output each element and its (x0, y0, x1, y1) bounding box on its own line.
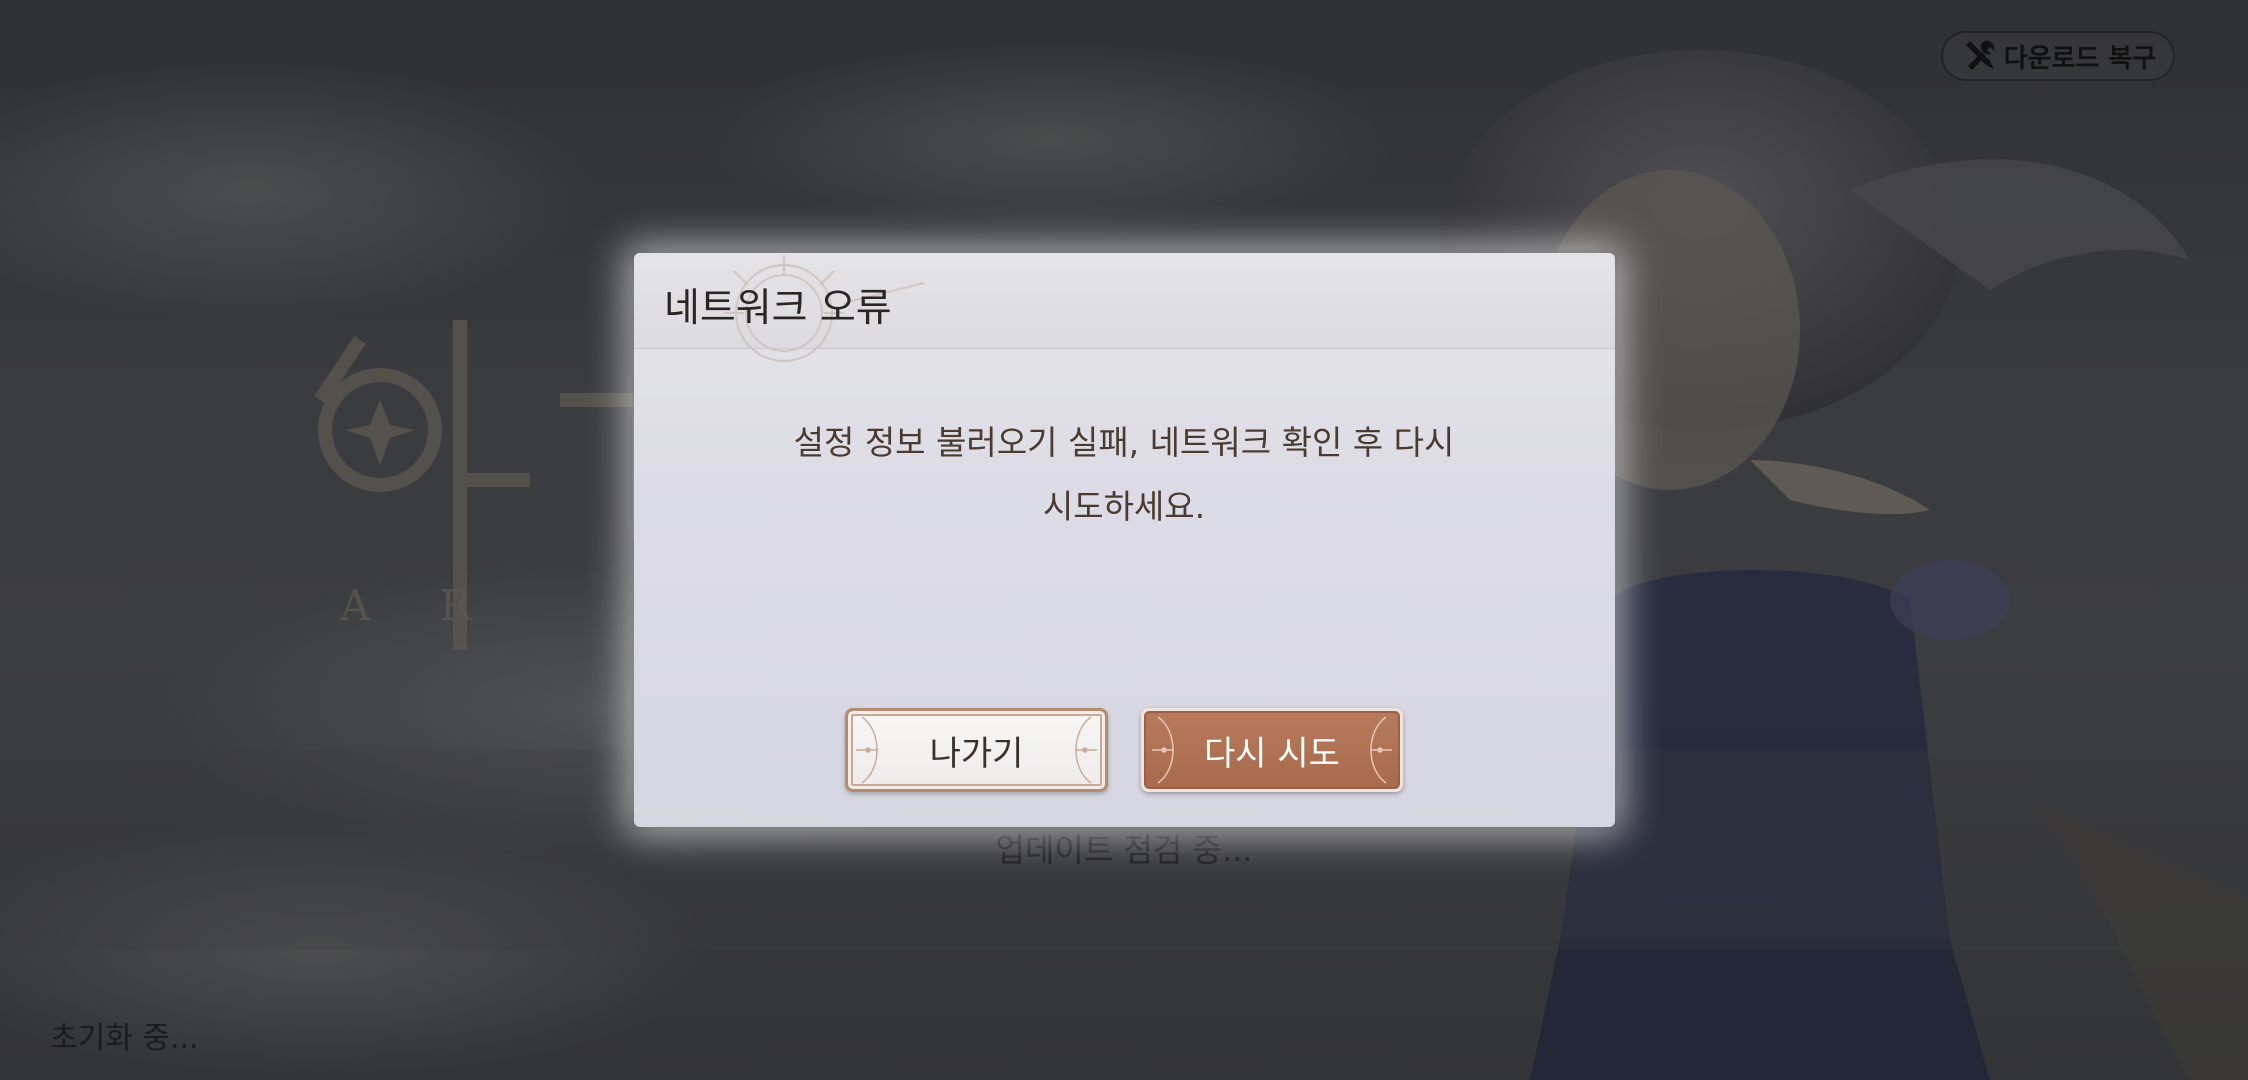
game-launch-screen: A R 다운로드 복구 업데이트 점검 중... 초기화 중... 네트워크 오… (0, 0, 2248, 1080)
retry-button[interactable]: 다시 시도 (1141, 708, 1403, 792)
update-check-status: 업데이트 점검 중... (995, 831, 1253, 869)
button-ornament-icon (1370, 716, 1392, 784)
game-logo: A R (314, 320, 647, 650)
dialog-message: 설정 정보 불러오기 실패, 네트워크 확인 후 다시 시도하세요. (793, 423, 1455, 526)
exit-button[interactable]: 나가기 (845, 708, 1108, 792)
button-ornament-icon (1075, 716, 1097, 784)
wrench-screwdriver-icon (1960, 37, 1998, 75)
button-ornament-icon (856, 716, 878, 784)
dialog-header: 네트워크 오류 (634, 253, 1615, 362)
exit-button-label: 나가기 (929, 733, 1024, 774)
button-ornament-icon (1152, 716, 1174, 784)
download-repair-button[interactable]: 다운로드 복구 (1941, 31, 2175, 81)
download-repair-label: 다운로드 복구 (2003, 43, 2157, 74)
network-error-dialog: 네트워크 오류 설정 정보 불러오기 실패, 네트워크 확인 후 다시 시도하세… (634, 253, 1615, 827)
initializing-status: 초기화 중... (50, 1021, 199, 1056)
svg-text:A R: A R (339, 581, 499, 630)
retry-button-label: 다시 시도 (1204, 733, 1340, 774)
dialog-title: 네트워크 오류 (664, 286, 892, 331)
